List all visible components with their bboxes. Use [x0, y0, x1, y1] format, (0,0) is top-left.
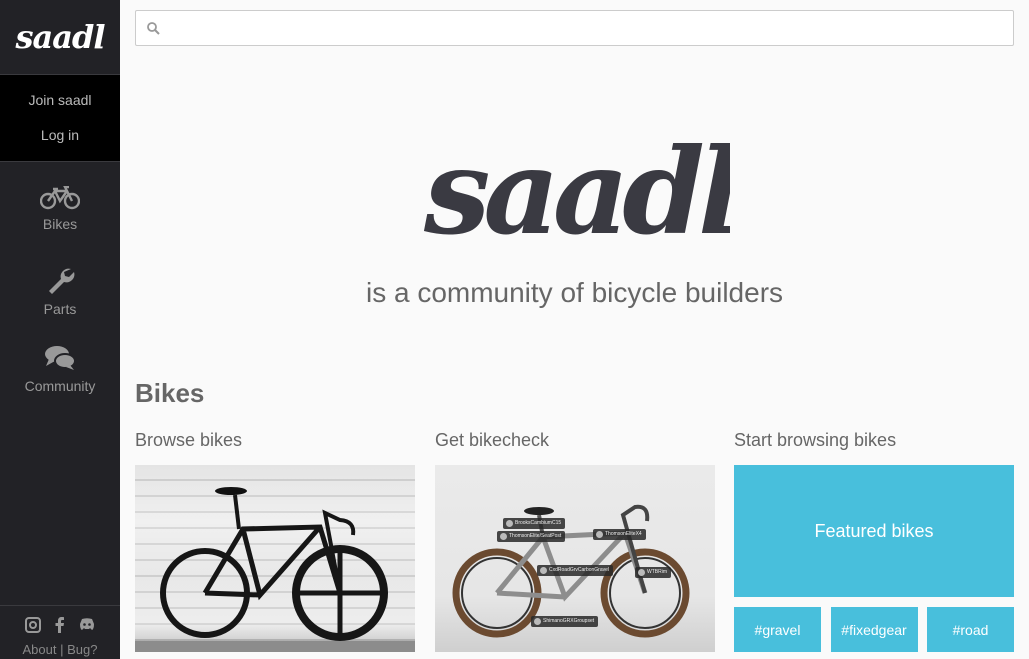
nav-item-parts[interactable]: Parts [0, 249, 120, 328]
about-link[interactable]: About [23, 642, 57, 657]
join-link[interactable]: Join saadl [0, 83, 120, 118]
bikecheck-tag[interactable]: BrooksCambiumC15 [503, 518, 566, 529]
sidebar: saadl Join saadl Log in Bikes Parts Comm… [0, 0, 120, 659]
footer-links: About | Bug? [0, 642, 120, 657]
search-input[interactable] [166, 11, 1006, 45]
search-icon [147, 22, 160, 35]
brand-logo-text: saadl [15, 18, 105, 56]
hashtag-road[interactable]: #road [927, 607, 1014, 652]
start-browsing-heading: Start browsing bikes [734, 430, 897, 450]
bikecheck-tag[interactable]: ThomsonEliteX4 [593, 529, 646, 540]
instagram-icon[interactable] [25, 617, 41, 633]
wrench-icon [49, 268, 75, 294]
auth-links: Join saadl Log in [0, 75, 120, 162]
comments-icon [45, 346, 76, 370]
brand-logo[interactable]: saadl [0, 0, 120, 75]
bicycle-icon [40, 186, 80, 210]
bikecheck-tag[interactable]: CxdRoadGrvCarbonGravel [537, 565, 614, 576]
bikecheck-heading: Get bikecheck [435, 430, 550, 450]
sidebar-footer: About | Bug? [0, 605, 120, 659]
hashtag-list: #gravel #fixedgear #road [734, 607, 1014, 652]
browse-bikes-card[interactable]: Browse bikes [135, 430, 415, 652]
nav-label-community: Community [24, 378, 96, 394]
start-browsing-card: Start browsing bikes Featured bikes #gra… [734, 430, 1014, 652]
section-title: Bikes [135, 378, 205, 408]
hero-logo-text: saadl [423, 122, 730, 255]
bug-link[interactable]: Bug? [67, 642, 97, 657]
fixedgear-bike-illustration [135, 487, 415, 652]
social-links [0, 614, 120, 636]
saadl-wordmark: saadl [423, 122, 747, 261]
browse-bikes-image[interactable] [135, 465, 415, 652]
nav-label-parts: Parts [43, 301, 77, 317]
featured-bikes-button[interactable]: Featured bikes [734, 465, 1014, 597]
search-bar [135, 10, 1014, 46]
login-link[interactable]: Log in [0, 118, 120, 153]
hashtag-fixedgear[interactable]: #fixedgear [830, 607, 918, 652]
footer-separator: | [60, 642, 64, 657]
bikecheck-tag[interactable]: WTBRim [635, 567, 671, 578]
nav-item-bikes[interactable]: Bikes [0, 170, 120, 249]
discord-icon[interactable] [79, 618, 95, 632]
browse-bikes-heading: Browse bikes [135, 430, 243, 450]
hero-logo: saadl [420, 105, 747, 261]
facebook-icon[interactable] [55, 617, 65, 633]
hero-tagline: is a community of bicycle builders [365, 277, 784, 308]
nav-label-bikes: Bikes [42, 216, 78, 232]
nav-item-community[interactable]: Community [0, 328, 120, 407]
bikecheck-image[interactable]: BrooksCambiumC15 ThomsonElite/SeatPost T… [435, 465, 715, 652]
bikecheck-card[interactable]: Get bikecheck BrooksCambiumC15 ThomsonEl… [435, 430, 715, 652]
bikecheck-tag[interactable]: ThomsonElite/SeatPost [497, 531, 566, 542]
bikecheck-tag[interactable]: ShimanoGRXGroupset [531, 616, 599, 627]
hashtag-gravel[interactable]: #gravel [734, 607, 821, 652]
